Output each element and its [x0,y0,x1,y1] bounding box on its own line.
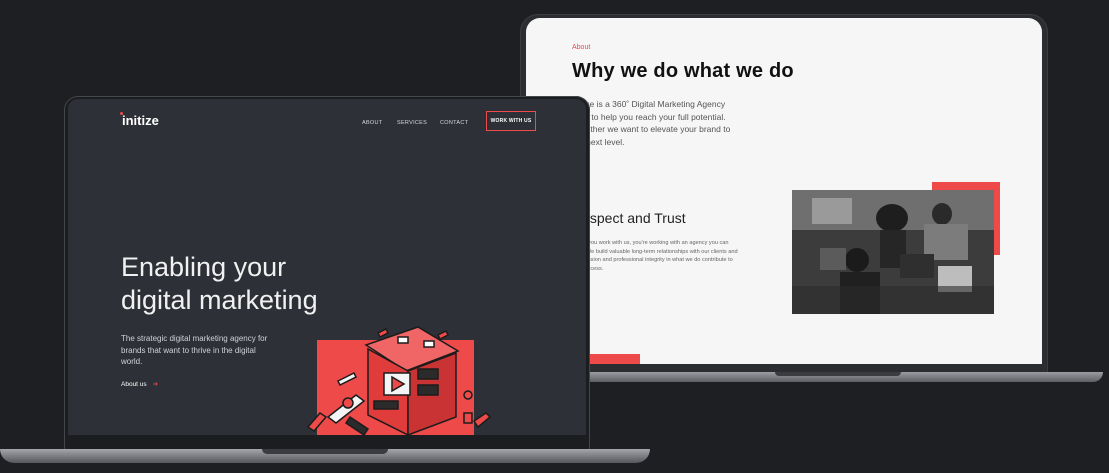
hero-title-line-2: digital marketing [121,285,318,315]
back-laptop-base [575,372,1103,382]
back-laptop: About Why we do what we do Initize is a … [520,14,1048,376]
front-laptop-base [0,449,650,463]
front-laptop: initize ABOUT SERVICES CONTACT WORK WITH… [64,96,590,452]
about-page-screen: About Why we do what we do Initize is a … [526,18,1042,364]
about-title: Why we do what we do [572,60,794,82]
respect-body: When you work with us, you're working wi… [572,240,738,272]
nav-contact[interactable]: CONTACT [440,120,468,126]
accent-bar [588,354,640,364]
about-us-label: About us [121,381,147,388]
logo[interactable]: initize [120,112,159,128]
nav-about[interactable]: ABOUT [362,120,382,126]
nav-services[interactable]: SERVICES [397,120,427,126]
team-photo [792,190,994,314]
hero-illustration [306,326,492,435]
work-with-us-button[interactable]: WORK WITH US [486,111,536,131]
home-page-screen: initize ABOUT SERVICES CONTACT WORK WITH… [68,99,586,435]
about-body: Initize is a 360˚ Digital Marketing Agen… [572,99,731,147]
arrow-right-icon: ➔ [152,381,159,388]
hero-title-line-1: Enabling your [121,252,287,282]
hero-subtitle: The strategic digital marketing agency f… [121,334,268,366]
about-us-link[interactable]: About us ➔ [121,380,158,388]
hero-title: Enabling your digital marketing [121,251,318,317]
about-eyebrow: About [572,44,591,51]
